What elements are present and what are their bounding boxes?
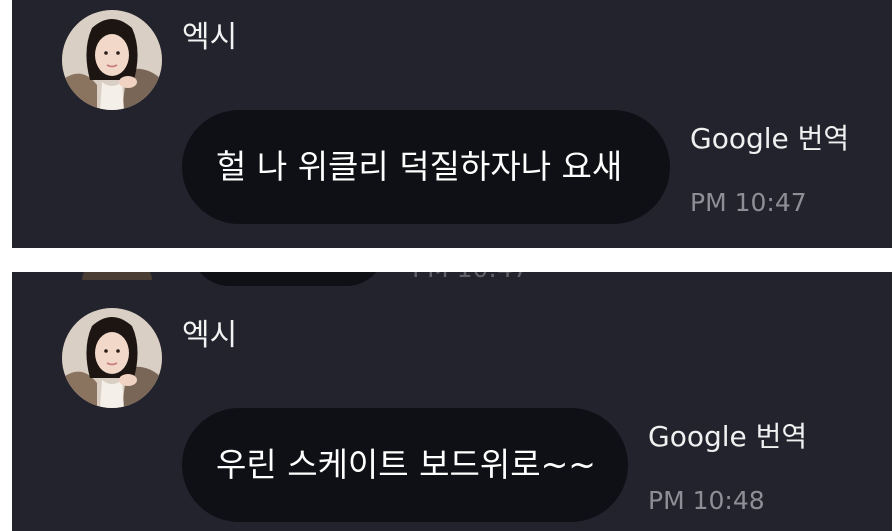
avatar-peek	[82, 272, 152, 280]
chat-message-panel: 엑시 헐 나 위클리 덕질하자나 요새 Google 번역 PM 10:47	[12, 0, 892, 248]
google-translate-link[interactable]: Google 번역	[690, 122, 849, 156]
avatar[interactable]	[62, 10, 162, 110]
message-timestamp: PM 10:47	[690, 188, 807, 217]
sender-name: 엑시	[182, 20, 238, 55]
message-bubble[interactable]: 헐 나 위클리 덕질하자나 요새	[182, 110, 670, 224]
chat-message-panel: PM 10:47 엑시 우린 스케이트 보드위로~~ Google 번역 PM …	[12, 272, 892, 531]
profile-photo-icon	[62, 10, 162, 110]
message-bubble[interactable]: 우린 스케이트 보드위로~~	[182, 408, 628, 522]
message-timestamp: PM 10:48	[648, 486, 765, 515]
message-text: 우린 스케이트 보드위로~~	[216, 445, 596, 484]
avatar[interactable]	[62, 308, 162, 408]
profile-photo-icon	[62, 308, 162, 408]
message-bubble-peek	[190, 272, 386, 286]
message-text: 헐 나 위클리 덕질하자나 요새	[216, 147, 623, 186]
message-timestamp-peek: PM 10:47	[412, 272, 529, 284]
sender-name: 엑시	[182, 318, 238, 353]
google-translate-link[interactable]: Google 번역	[648, 420, 807, 454]
